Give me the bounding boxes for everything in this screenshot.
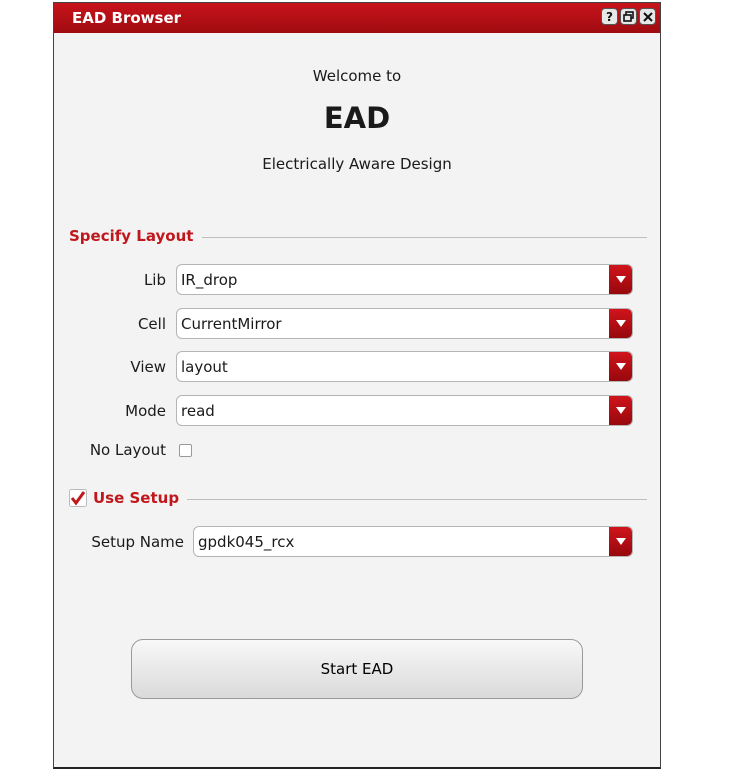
close-icon[interactable] — [639, 8, 656, 25]
start-ead-button[interactable]: Start EAD — [131, 639, 583, 699]
mode-value: read — [181, 402, 215, 420]
setup-name-combo[interactable]: gpdk045_rcx — [193, 526, 633, 557]
section-divider — [202, 237, 647, 238]
dropdown-arrow-icon[interactable] — [609, 527, 632, 556]
cell-label: Cell — [137, 315, 166, 333]
lib-value: IR_drop — [181, 271, 238, 289]
title-bar: EAD Browser ? — [54, 3, 660, 33]
dropdown-arrow-icon[interactable] — [609, 352, 632, 381]
setup-name-value: gpdk045_rcx — [198, 533, 295, 551]
view-label: View — [130, 358, 166, 376]
setup-name-label: Setup Name — [91, 533, 184, 551]
no-layout-checkbox[interactable] — [179, 444, 192, 457]
welcome-text: Welcome to — [312, 67, 402, 85]
ead-browser-window: EAD Browser ? Welcome to EAD Electricall… — [53, 2, 661, 769]
dropdown-arrow-icon[interactable] — [609, 396, 632, 425]
section-divider — [187, 499, 647, 500]
window-title: EAD Browser — [72, 9, 182, 27]
help-icon[interactable]: ? — [601, 8, 618, 25]
view-value: layout — [181, 358, 228, 376]
lib-label: Lib — [143, 271, 166, 289]
mode-combo[interactable]: read — [176, 395, 633, 426]
mode-label: Mode — [125, 402, 166, 420]
lib-combo[interactable]: IR_drop — [176, 264, 633, 295]
use-setup-toggle[interactable]: Use Setup — [69, 489, 179, 507]
cell-combo[interactable]: CurrentMirror — [176, 308, 633, 339]
restore-icon[interactable] — [620, 8, 637, 25]
app-subtitle: Electrically Aware Design — [262, 155, 452, 173]
no-layout-label: No Layout — [89, 441, 166, 459]
checkmark-icon[interactable] — [69, 489, 87, 507]
dropdown-arrow-icon[interactable] — [609, 309, 632, 338]
dropdown-arrow-icon[interactable] — [609, 265, 632, 294]
view-combo[interactable]: layout — [176, 351, 633, 382]
specify-layout-heading: Specify Layout — [69, 227, 194, 245]
use-setup-heading: Use Setup — [93, 489, 180, 507]
cell-value: CurrentMirror — [181, 315, 282, 333]
app-name-heading: EAD — [323, 101, 391, 135]
